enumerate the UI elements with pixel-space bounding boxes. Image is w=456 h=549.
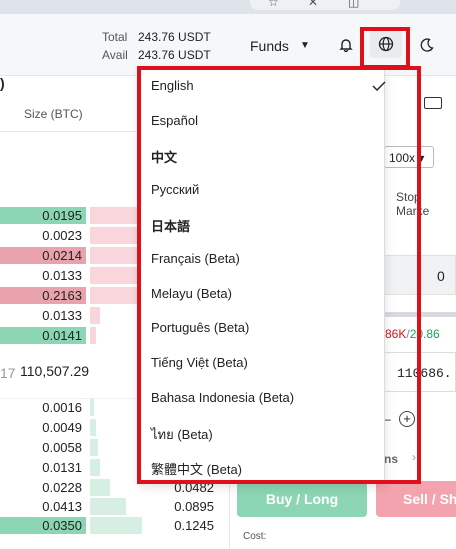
leverage-select[interactable]: 100x ▾ bbox=[384, 146, 434, 168]
language-option-label: Português (Beta) bbox=[151, 320, 250, 335]
mid-price: 110,507.29 bbox=[20, 363, 90, 379]
close-icon[interactable]: ✕ bbox=[308, 0, 318, 9]
chevron-right-icon[interactable]: › bbox=[412, 450, 416, 464]
total-value: 243.76 USDT bbox=[138, 30, 211, 44]
bell-icon[interactable] bbox=[335, 34, 357, 56]
depth-bar bbox=[90, 517, 142, 534]
sell-short-button[interactable]: Sell / Sh bbox=[376, 481, 456, 517]
quantity-value: 0 bbox=[437, 268, 445, 284]
order-book-title: ) bbox=[0, 75, 5, 91]
section-label[interactable]: ns bbox=[384, 452, 398, 466]
depth-bar bbox=[90, 307, 100, 324]
size-value: 0.0058 bbox=[42, 440, 82, 455]
size-value: 0.0133 bbox=[42, 308, 82, 323]
bid-row[interactable]: 0.0413 0.0895 bbox=[0, 497, 230, 517]
funds-menu-button[interactable]: Funds bbox=[250, 38, 289, 54]
language-option-label: Français (Beta) bbox=[151, 251, 240, 266]
moon-icon[interactable] bbox=[416, 34, 438, 56]
language-option-espanol[interactable]: Español bbox=[151, 113, 376, 133]
minus-icon[interactable]: – bbox=[384, 412, 391, 426]
chrome-icon[interactable]: ◫ bbox=[348, 0, 359, 9]
size-value: 0.0413 bbox=[42, 499, 82, 514]
size-readout-red: 86K bbox=[385, 327, 407, 341]
depth-bar bbox=[90, 327, 96, 344]
depth-bar bbox=[90, 479, 110, 496]
top-header: Total 243.76 USDT Avail 243.76 USDT Fund… bbox=[0, 14, 456, 76]
size-value: 0.0131 bbox=[42, 460, 82, 475]
depth-bar bbox=[90, 419, 96, 436]
avail-label: Avail bbox=[102, 48, 128, 62]
language-option-portuguese[interactable]: Português (Beta) bbox=[151, 320, 376, 340]
plus-icon[interactable]: + bbox=[399, 411, 415, 427]
total-label: Total bbox=[102, 30, 128, 44]
total-value: 0.1245 bbox=[174, 518, 214, 533]
bid-row[interactable]: 0.0350 0.1245 bbox=[0, 516, 230, 536]
size-value: 0.0141 bbox=[42, 328, 82, 343]
size-value: 0.0214 bbox=[42, 248, 82, 263]
size-readout: 86K/20.86 bbox=[385, 327, 440, 341]
language-option-traditional-chinese[interactable]: 繁體中文 (Beta) bbox=[151, 459, 376, 479]
depth-bar bbox=[90, 498, 126, 515]
keyboard-icon[interactable] bbox=[424, 97, 442, 109]
language-option-japanese[interactable]: 日本語 bbox=[151, 216, 376, 236]
depth-bar bbox=[90, 399, 94, 416]
size-value: 0.0228 bbox=[42, 480, 82, 495]
globe-icon[interactable] bbox=[370, 30, 402, 58]
size-value: 0.0195 bbox=[42, 208, 82, 223]
depth-bar bbox=[90, 439, 98, 456]
language-option-label: Melayu (Beta) bbox=[151, 286, 232, 301]
size-value: 0.0350 bbox=[42, 518, 82, 533]
language-option-chinese[interactable]: 中文 bbox=[151, 147, 376, 167]
language-option-label: Español bbox=[151, 113, 198, 128]
size-value: 0.0016 bbox=[42, 400, 82, 415]
language-option-label: ไทย (Beta) bbox=[151, 427, 213, 442]
check-icon bbox=[372, 81, 386, 91]
size-value: 0.0049 bbox=[42, 420, 82, 435]
language-option-label: 繁體中文 (Beta) bbox=[151, 462, 243, 477]
total-value: 0.0895 bbox=[174, 499, 214, 514]
avail-value: 243.76 USDT bbox=[138, 48, 211, 62]
language-option-malay[interactable]: Melayu (Beta) bbox=[151, 286, 376, 306]
leverage-value: 100x bbox=[389, 151, 416, 165]
language-option-russian[interactable]: Русский bbox=[151, 182, 376, 202]
size-value: 0.2163 bbox=[42, 288, 82, 303]
language-option-label: Bahasa Indonesia (Beta) bbox=[151, 390, 295, 405]
language-option-label: 日本語 bbox=[151, 219, 191, 234]
quantity-input[interactable] bbox=[384, 255, 456, 295]
size-value: 0.0023 bbox=[42, 228, 82, 243]
depth-bar bbox=[90, 459, 100, 476]
price-value: 110686. bbox=[397, 366, 452, 381]
tab-stop-market[interactable]: Stop Marke bbox=[396, 190, 456, 218]
caret-down-icon[interactable]: ▼ bbox=[300, 40, 310, 51]
language-option-label: English bbox=[151, 78, 194, 93]
language-option-label: Tiếng Việt (Beta) bbox=[151, 355, 248, 370]
size-value: 0.0133 bbox=[42, 268, 82, 283]
language-option-label: Русский bbox=[151, 182, 200, 197]
language-option-label: 中文 bbox=[151, 150, 178, 165]
language-option-english[interactable]: English bbox=[151, 78, 386, 98]
browser-tab-strip: ☆ ✕ ◫ bbox=[0, 0, 456, 14]
language-option-thai[interactable]: ไทย (Beta) bbox=[151, 424, 376, 444]
size-column-header: Size (BTC) bbox=[24, 107, 83, 121]
mid-prefix: 17 bbox=[0, 365, 16, 381]
size-readout-green: 20.86 bbox=[409, 327, 440, 341]
language-option-french[interactable]: Français (Beta) bbox=[151, 251, 376, 271]
chrome-icon[interactable]: ☆ bbox=[268, 0, 279, 9]
language-option-vietnamese[interactable]: Tiếng Việt (Beta) bbox=[151, 355, 376, 375]
buy-long-button[interactable]: Buy / Long bbox=[237, 481, 367, 517]
cost-label: Cost: bbox=[243, 531, 267, 542]
browser-tab[interactable]: ☆ ✕ ◫ bbox=[250, 0, 400, 10]
language-option-indonesian[interactable]: Bahasa Indonesia (Beta) bbox=[151, 390, 376, 410]
language-menu: English Español 中文 Русский 日本語 Français … bbox=[139, 69, 386, 484]
amount-slider[interactable] bbox=[384, 312, 456, 317]
